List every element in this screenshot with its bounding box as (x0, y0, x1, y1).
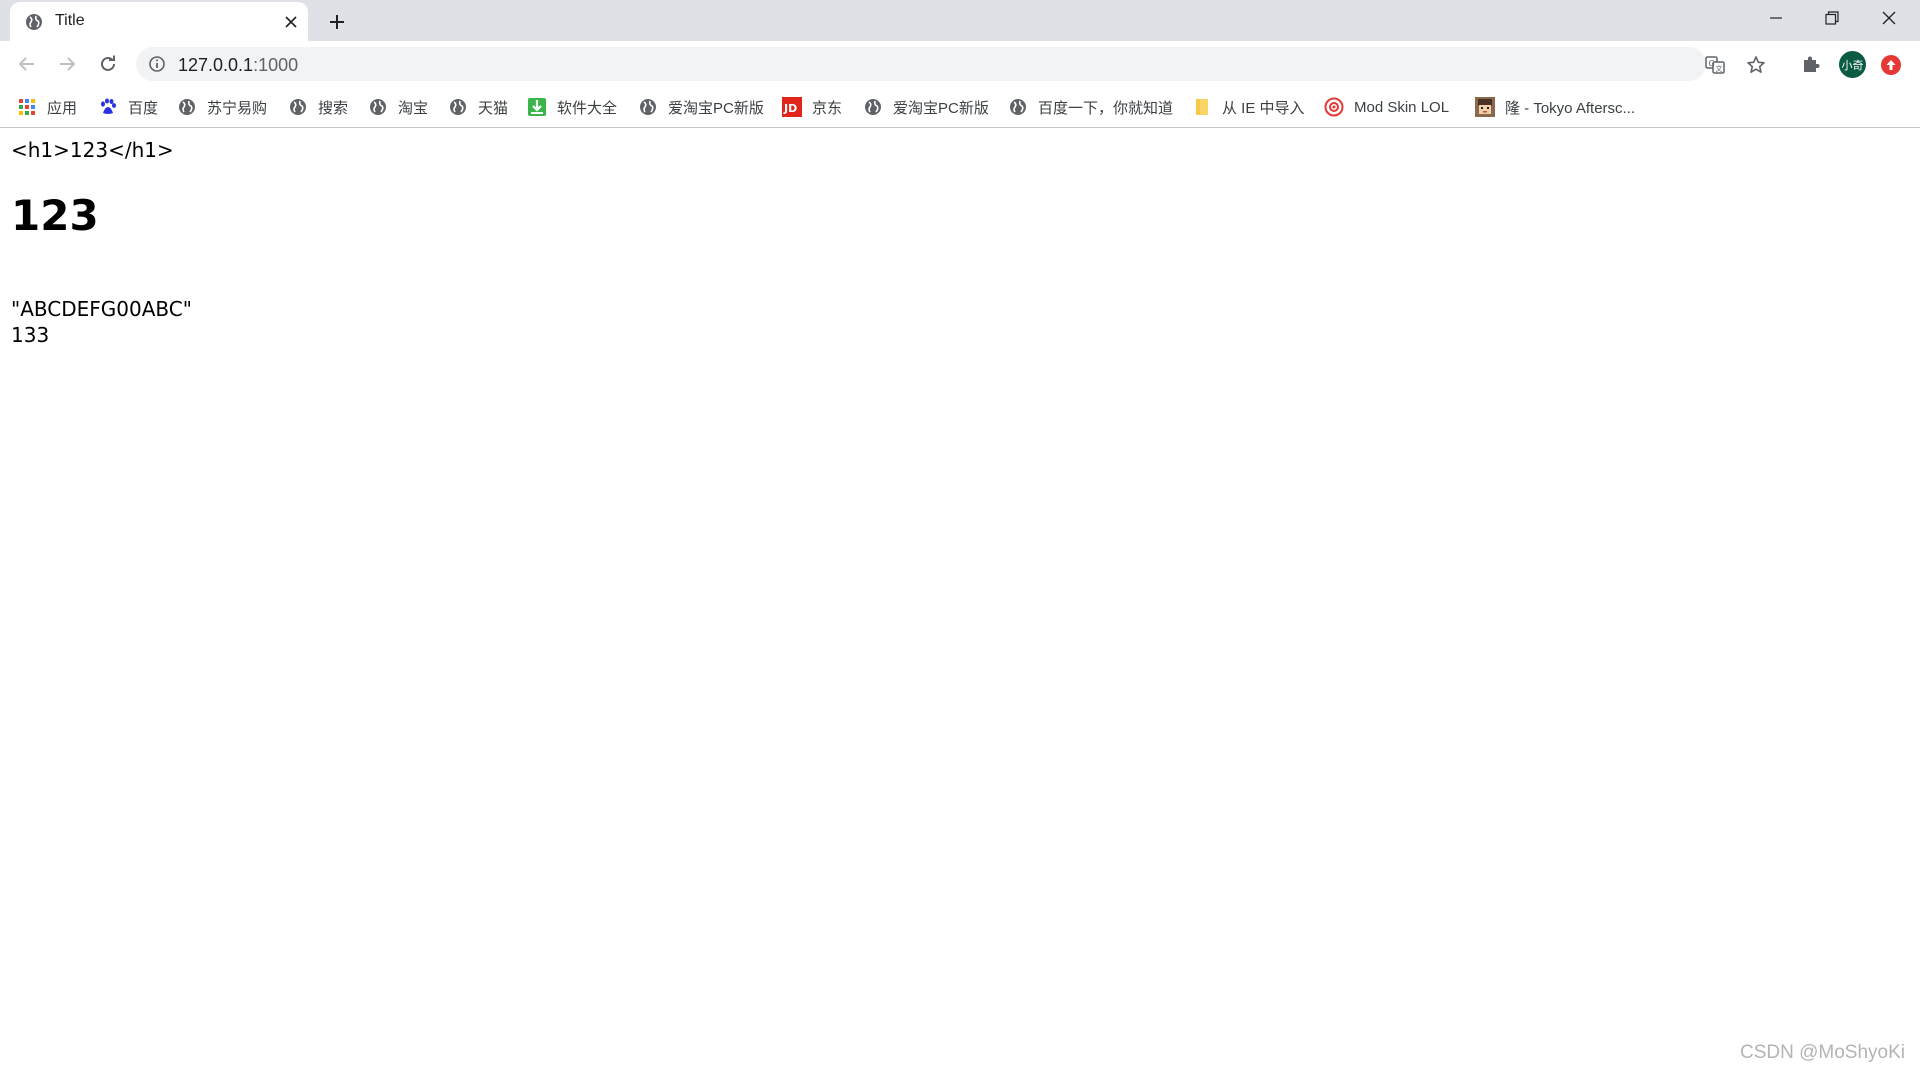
forward-icon (60, 57, 76, 71)
info-icon[interactable] (148, 55, 166, 73)
bookmark-label: 苏宁易购 (207, 99, 268, 117)
bookmark-jd[interactable]: JD 京东 (782, 94, 842, 120)
page-content: <h1>123</h1> 123 "ABCDEFG00ABC" 133 (0, 128, 1920, 1080)
bookmark-label: 淘宝 (398, 99, 429, 117)
svg-text:G: G (1709, 59, 1715, 68)
bookmark-label: 百度 (128, 99, 159, 117)
window-close-button[interactable] (1861, 0, 1917, 36)
address-bar[interactable]: 127.0.0.1:1000 G 文 (136, 47, 1765, 81)
browser-window: Title 127.0.0.1:1000 G 文 小奇 应用 百度 苏宁易购 搜… (0, 0, 1920, 1080)
forward-button[interactable] (53, 50, 81, 78)
bookmark-label: 京东 (812, 99, 843, 117)
reload-icon (101, 55, 115, 71)
profile-label: 小奇 (1841, 58, 1864, 72)
tab-active[interactable]: Title (10, 2, 308, 41)
globe-icon (368, 97, 388, 117)
download-icon (527, 97, 547, 117)
reload-button[interactable] (94, 50, 122, 78)
upload-arrow-icon (1886, 60, 1896, 70)
bookmark-label: Mod Skin LOL (1354, 98, 1450, 116)
bookmark-aitaobao-1[interactable]: 爱淘宝PC新版 (638, 94, 764, 120)
close-icon (1882, 11, 1896, 25)
avatar-thumbnail-icon (1475, 97, 1495, 117)
plus-icon (330, 15, 344, 29)
globe-icon (1008, 97, 1028, 117)
globe-icon (288, 97, 308, 117)
folder-icon (1192, 97, 1212, 117)
minimize-icon (1770, 17, 1782, 19)
bookmark-tmall[interactable]: 天猫 (448, 94, 508, 120)
globe-icon (448, 97, 468, 117)
bookmark-taobao[interactable]: 淘宝 (368, 94, 428, 120)
restore-button[interactable] (1804, 0, 1860, 36)
bookmark-label: 隆 - Tokyo Aftersc... (1505, 99, 1636, 117)
globe-icon (25, 13, 43, 31)
star-icon[interactable] (1745, 54, 1767, 76)
back-icon (18, 57, 34, 71)
restore-icon (1825, 11, 1839, 25)
modskin-icon (1324, 97, 1344, 117)
bookmark-label: 天猫 (478, 99, 509, 117)
back-button[interactable] (13, 50, 41, 78)
bookmark-folder-ie-import[interactable]: 从 IE 中导入 (1192, 94, 1305, 120)
tab-strip: Title (0, 0, 1920, 41)
bookmark-label: 爱淘宝PC新版 (893, 99, 989, 117)
bookmark-baidu-search[interactable]: 百度一下，你就知道 (1008, 94, 1173, 120)
globe-icon (863, 97, 883, 117)
bookmarks-bar: 应用 百度 苏宁易购 搜索 淘宝 天猫 软件大全 爱淘宝PC新版 JD 京东 爱… (0, 87, 1920, 128)
globe-icon (638, 97, 658, 117)
page-heading: 123 (11, 191, 99, 240)
bookmark-apps[interactable]: 应用 (17, 94, 77, 120)
bookmark-baidu[interactable]: 百度 (98, 94, 158, 120)
jd-logo-icon: JD (782, 97, 802, 117)
toolbar: 127.0.0.1:1000 G 文 小奇 (0, 41, 1920, 87)
bookmark-label: 百度一下，你就知道 (1038, 99, 1174, 117)
apps-grid-icon (17, 97, 37, 117)
red-extension-button[interactable] (1881, 55, 1901, 75)
bookmark-search[interactable]: 搜索 (288, 94, 348, 120)
minimize-button[interactable] (1748, 0, 1804, 36)
string-output: "ABCDEFG00ABC" (11, 297, 192, 321)
number-output: 133 (11, 323, 50, 347)
tab-title: Title (55, 12, 85, 29)
escaped-html-text: <h1>123</h1> (11, 138, 174, 162)
url-port: :1000 (253, 55, 299, 75)
bookmark-label: 从 IE 中导入 (1222, 99, 1305, 117)
globe-icon (177, 97, 197, 117)
close-icon (285, 16, 297, 28)
watermark: CSDN @MoShyoKi (1740, 1042, 1905, 1063)
baidu-paw-icon (98, 97, 118, 117)
bookmark-suning[interactable]: 苏宁易购 (177, 94, 267, 120)
bookmark-software[interactable]: 软件大全 (527, 94, 617, 120)
profile-avatar[interactable]: 小奇 (1839, 51, 1866, 78)
new-tab-button[interactable] (325, 10, 349, 34)
svg-text:文: 文 (1716, 64, 1723, 73)
bookmark-modskin[interactable]: Mod Skin LOL (1324, 94, 1449, 120)
bookmark-label: 软件大全 (557, 99, 618, 117)
bookmark-aitaobao-2[interactable]: 爱淘宝PC新版 (863, 94, 989, 120)
bookmark-tokyo-afterschool[interactable]: 隆 - Tokyo Aftersc... (1475, 94, 1635, 120)
svg-text:JD: JD (783, 102, 797, 115)
translate-icon[interactable]: G 文 (1704, 54, 1726, 76)
extensions-icon (1804, 56, 1820, 72)
bookmark-label: 搜索 (318, 99, 349, 117)
extensions-button[interactable] (1798, 51, 1824, 77)
url-host: 127.0.0.1 (178, 55, 254, 75)
url-text[interactable]: 127.0.0.1:1000 (178, 55, 298, 76)
bookmark-label: 应用 (47, 99, 78, 117)
tab-close-button[interactable] (282, 13, 300, 31)
bookmark-label: 爱淘宝PC新版 (668, 99, 764, 117)
